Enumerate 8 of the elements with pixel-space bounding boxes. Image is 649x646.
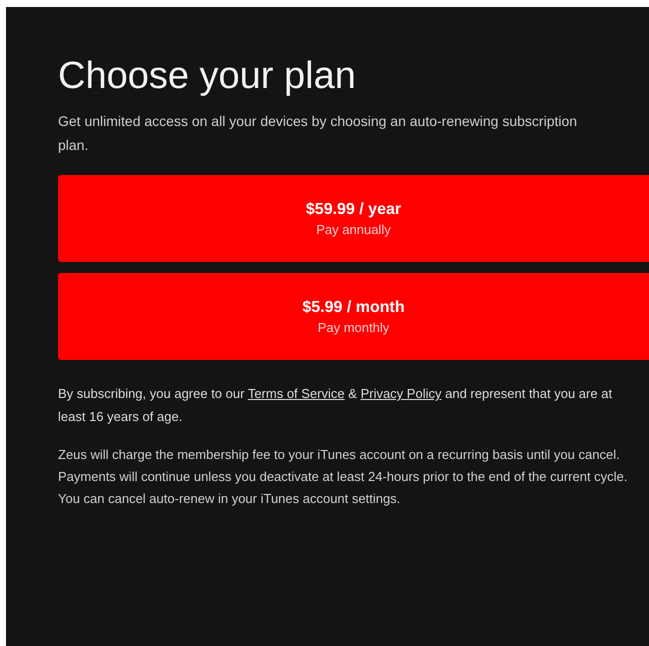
terms-text: By subscribing, you agree to our Terms of Service & Privacy Policy and represent that you are at least 16 years of age.: [58, 385, 614, 426]
privacy-link[interactable]: Privacy Policy: [360, 386, 442, 401]
plan-button[interactable]: $59.99 / year Pay annually: [58, 175, 649, 262]
plan-button[interactable]: $5.99 / month Pay monthly: [58, 273, 649, 360]
terms-link[interactable]: Terms of Service: [248, 386, 345, 401]
billing-note: Zeus will charge the membership fee to your iTunes account on a recurring basis until you cancel. Payments will continue unless you deactivate at least 24-hours prior to the end of the current cycle. You can cancel auto-renew in your iTunes account settings.: [58, 446, 628, 508]
subtitle: Get unlimited access on all your devices by choosing an auto-renewing subscription plan.: [58, 112, 578, 155]
page-title: Choose your plan: [58, 54, 356, 99]
